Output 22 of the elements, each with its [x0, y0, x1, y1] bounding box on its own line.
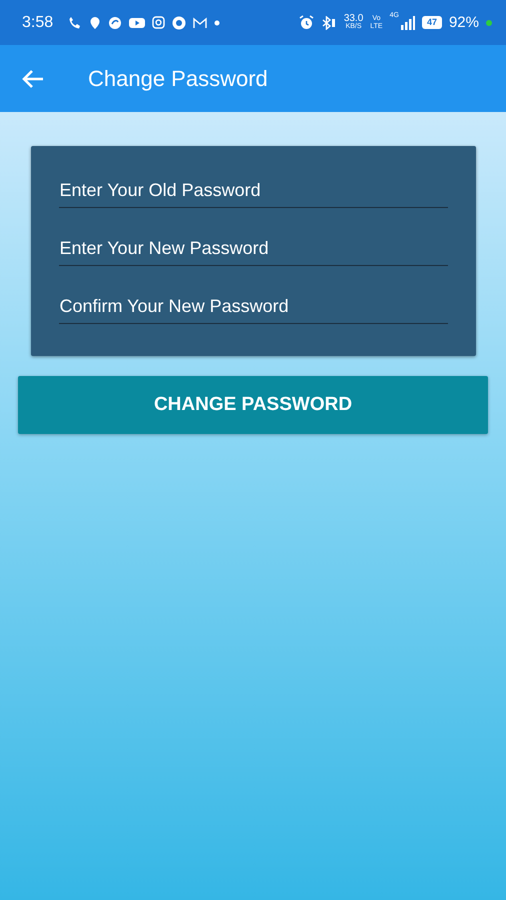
dot-icon — [214, 20, 220, 26]
ring-icon — [172, 16, 186, 30]
battery-icon: 47 — [422, 16, 442, 29]
password-field[interactable]: Enter Your New Password — [58, 230, 448, 266]
status-time: 3:58 — [22, 14, 54, 32]
password-field[interactable]: Enter Your Old Password — [58, 172, 448, 208]
back-arrow-icon[interactable] — [22, 68, 44, 88]
network-speed: 33.0 — [344, 14, 364, 22]
app-icon — [108, 16, 122, 30]
signal-icon — [400, 16, 415, 30]
password-field[interactable]: Confirm Your New Password — [58, 288, 448, 324]
bluetooth-icon — [320, 16, 337, 30]
phone-icon — [68, 16, 82, 30]
camera-icon — [152, 16, 166, 29]
screen-title: Change Password — [88, 66, 268, 92]
status-dot-icon — [486, 20, 492, 26]
mail-icon — [193, 16, 208, 28]
change-password-button[interactable]: CHANGE PASSWORD — [18, 376, 488, 434]
alarm-icon — [298, 15, 314, 30]
video-icon — [129, 16, 146, 28]
battery-percent: 92% — [448, 14, 479, 31]
pin-icon — [89, 16, 102, 30]
